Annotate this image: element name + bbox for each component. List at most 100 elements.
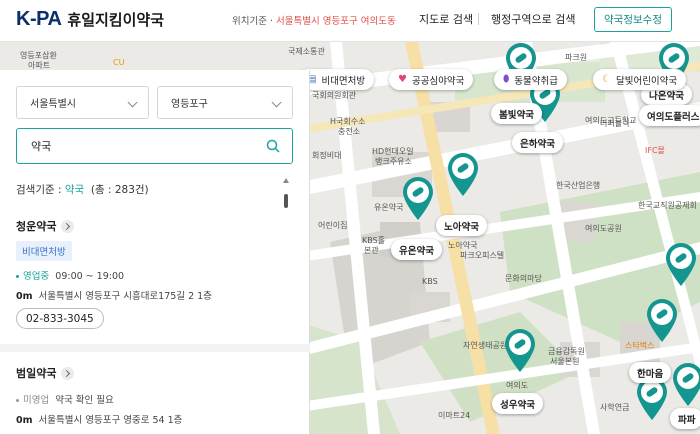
- kpa-logo-icon: K-PA: [16, 8, 62, 30]
- location-indicator: 위치기준 · 서울특별시 영등포구 여의도동: [232, 13, 396, 27]
- map-label: 회정비대: [312, 151, 342, 160]
- filter-chip-night[interactable]: ♥ 공공심야약국: [389, 69, 474, 90]
- nav-area-search[interactable]: 행정구역으로 검색: [491, 11, 575, 27]
- map-label: 자연생태공원: [463, 341, 508, 350]
- business-status: 영업중 09:00 ~ 19:00: [16, 268, 124, 282]
- distance: 0m: [16, 291, 33, 302]
- phone-button[interactable]: 02-833-3045: [16, 308, 104, 329]
- map-label: 충전소: [338, 127, 361, 136]
- map-label: HD현대오일: [372, 147, 414, 156]
- nav-divider: [478, 13, 479, 25]
- chevron-down-icon: [127, 97, 138, 108]
- map-label: 더퍼블릭: [600, 119, 630, 128]
- map-label: H국회수소: [330, 117, 366, 126]
- pharmacy-label[interactable]: 봄빛약국: [491, 103, 542, 124]
- filter-chip-moon[interactable]: ☾ 달빛어린이약국: [593, 69, 687, 90]
- top-header: K-PA 휴일지킴이약국 위치기준 · 서울특별시 영등포구 여의도동 지도로 …: [0, 0, 700, 42]
- status-dot: [16, 399, 19, 402]
- app-title: 휴일지킴이약국: [67, 11, 165, 29]
- map-label: 한국교직원공제회: [638, 201, 697, 210]
- pharmacy-pin[interactable]: [502, 328, 538, 374]
- pharmacy-label[interactable]: 성우약국: [492, 393, 543, 414]
- scrollbar[interactable]: [283, 178, 289, 434]
- chevron-right-icon[interactable]: [61, 219, 75, 233]
- pharmacy-label[interactable]: 파파: [670, 408, 700, 429]
- result-count: (총 : 283건): [90, 184, 149, 196]
- map-label: 본관: [364, 246, 379, 255]
- map-label: IFC몰: [645, 146, 665, 155]
- address-text: 서울특별시 영등포구 시흥대로175길 2 1층: [38, 291, 212, 302]
- status-label: 영업중: [23, 271, 50, 282]
- map-label: 사학연금: [600, 403, 630, 412]
- pharmacy-pin[interactable]: [400, 176, 436, 222]
- search-icon[interactable]: [266, 139, 280, 153]
- pharmacy-pin[interactable]: [445, 152, 481, 198]
- result-prefix: 검색기준 :: [16, 184, 65, 196]
- nav-map-search[interactable]: 지도로 검색: [419, 11, 473, 27]
- pharmacy-address: 0m 서울특별시 영등포구 영중로 54 1층: [16, 412, 182, 426]
- pharmacy-label[interactable]: 한마음: [629, 362, 672, 383]
- address-text: 서울특별시 영등포구 영중로 54 1층: [38, 415, 183, 426]
- chip-label: 동물약취급: [514, 75, 558, 87]
- map-label: 어린이집: [318, 221, 348, 230]
- chip-label: 달빛어린이약국: [615, 75, 678, 87]
- business-hours: 09:00 ~ 19:00: [55, 271, 125, 282]
- city-select-value: 서울특별시: [30, 99, 76, 110]
- district-select-value: 영등포구: [171, 99, 208, 110]
- pharmacy-name-label[interactable]: 청운약국: [16, 218, 56, 234]
- search-input[interactable]: 약국: [16, 128, 293, 164]
- pharmacy-pin[interactable]: [644, 298, 680, 344]
- result-keyword: 약국: [64, 184, 85, 196]
- map-label: KBS홀: [362, 236, 386, 245]
- pharmacy-label[interactable]: 여의도플러스: [639, 105, 700, 126]
- map-label: 금융감독원: [548, 347, 585, 356]
- map-label: 뱅크주유소: [375, 157, 412, 166]
- map-label: 국회의원회관: [312, 91, 357, 100]
- distance: 0m: [16, 415, 33, 426]
- filter-chip-animal[interactable]: ⬮ 동물약취급: [494, 69, 567, 90]
- search-panel: 서울특별시 영등포구 약국 검색기준 : 약국 (총 : 283건) 청운약국 …: [0, 70, 310, 434]
- moon-icon: ☾: [602, 74, 611, 85]
- chevron-down-icon: [271, 97, 282, 108]
- scroll-thumb[interactable]: [284, 194, 288, 208]
- result-summary: 검색기준 : 약국 (총 : 283건): [16, 182, 149, 197]
- pharmacy-label[interactable]: 유온약국: [391, 239, 442, 260]
- pharmacy-address: 0m 서울특별시 영등포구 시흥대로175길 2 1층: [16, 288, 212, 302]
- map-label: 파크오피스텔: [460, 251, 505, 260]
- city-select[interactable]: 서울특별시: [16, 86, 149, 119]
- pill-icon: ⬮: [503, 74, 510, 85]
- district-select[interactable]: 영등포구: [157, 86, 293, 119]
- map-label: 이마트24: [438, 411, 471, 420]
- status-dot: [16, 275, 19, 278]
- pharmacy-pin[interactable]: [663, 242, 699, 288]
- business-hours: 약국 확인 필요: [55, 395, 114, 406]
- map-label: 한국산업은행: [556, 181, 601, 190]
- chip-label: 비대면처방: [321, 75, 366, 87]
- logo[interactable]: K-PA 휴일지킴이약국: [16, 8, 164, 31]
- map-label: 파크원: [565, 53, 588, 62]
- map-label: 서울본원: [550, 357, 580, 366]
- business-status: 미영업 약국 확인 필요: [16, 392, 114, 406]
- map-label: CU: [113, 58, 125, 67]
- map-label: 여의도공원: [585, 224, 622, 233]
- map-label: 문화의마당: [505, 274, 542, 283]
- status-label: 미영업: [23, 395, 50, 406]
- location-value[interactable]: 서울특별시 영등포구 여의도동: [276, 16, 396, 27]
- location-label: 위치기준 ·: [232, 16, 277, 27]
- pharmacy-name[interactable]: 청운약국: [16, 218, 75, 234]
- edit-pharmacy-button[interactable]: 약국정보수정: [594, 7, 672, 32]
- pharmacy-label[interactable]: 은하약국: [512, 132, 563, 153]
- pharmacy-name[interactable]: 범일약국: [16, 365, 75, 381]
- map-label: 여의도: [506, 381, 529, 390]
- list-divider: [0, 344, 310, 352]
- search-input-value[interactable]: 약국: [31, 138, 51, 154]
- scroll-up-arrow-icon[interactable]: [283, 178, 289, 183]
- map-label: KBS: [422, 277, 438, 286]
- heart-icon: ♥: [398, 74, 407, 85]
- chevron-right-icon[interactable]: [61, 366, 75, 380]
- pharmacy-pin[interactable]: [670, 362, 700, 408]
- pharmacy-name-label[interactable]: 범일약국: [16, 365, 56, 381]
- map-label: 국제소통관: [288, 47, 325, 56]
- chip-label: 공공심야약국: [411, 75, 465, 87]
- pharmacy-label[interactable]: 노아약국: [436, 215, 487, 236]
